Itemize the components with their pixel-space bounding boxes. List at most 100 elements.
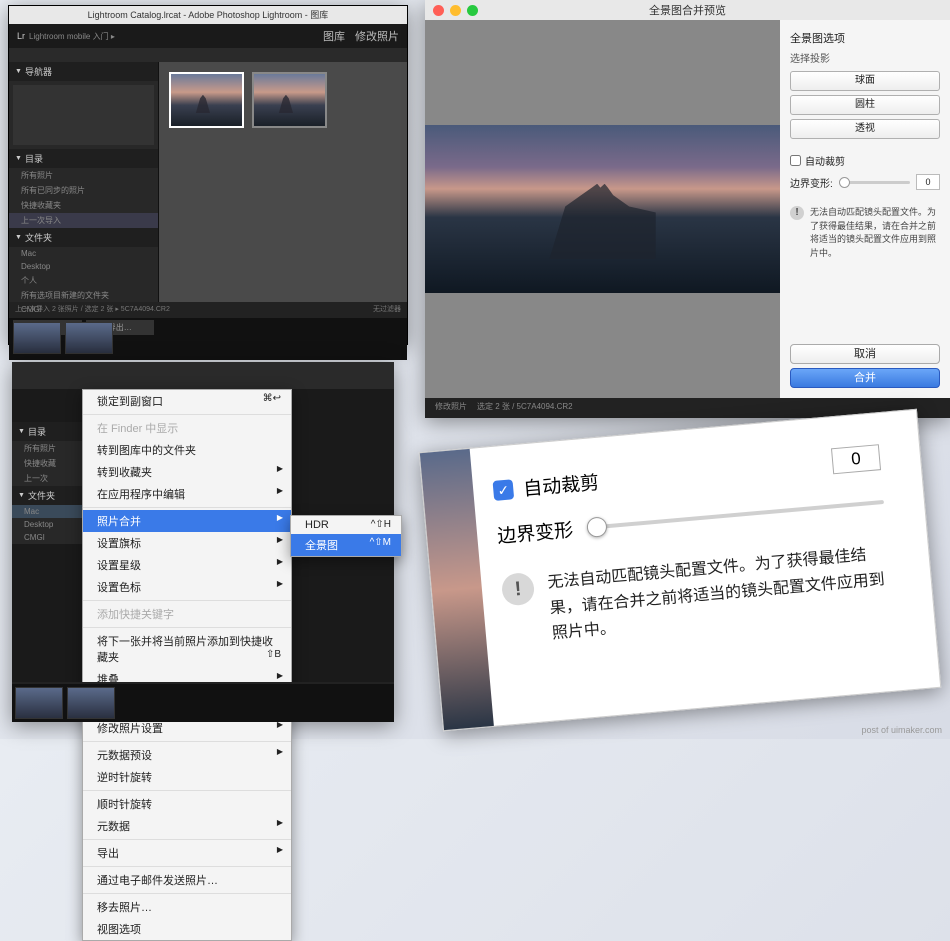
filmstrip-thumb[interactable] [15, 687, 63, 719]
auto-crop-label: 自动裁剪 [805, 153, 845, 168]
photo-thumb[interactable] [169, 72, 244, 128]
filmstrip-thumb[interactable] [13, 322, 61, 354]
folder-item[interactable]: Desktop [12, 518, 82, 531]
filmstrip-thumb[interactable] [67, 687, 115, 719]
catalog-header[interactable]: 目录 [9, 149, 158, 168]
submenu-item[interactable]: HDR^⇧H [291, 516, 401, 534]
lr-logo: Lr [17, 31, 25, 41]
lightroom-library-window: Lightroom Catalog.lrcat - Adobe Photosho… [8, 5, 408, 345]
left-panel: 目录 所有照片 快捷收藏 上一次 文件夹 Mac Desktop CMGI [12, 422, 82, 544]
filmstrip[interactable] [9, 318, 407, 360]
warning-text: 无法自动匹配镜头配置文件。为了获得最佳结果，请在合并之前将适当的镜头配置文件应用… [547, 541, 894, 647]
menu-item[interactable]: 元数据预设 [83, 744, 291, 766]
preview-canvas [425, 20, 780, 398]
navigator-preview [13, 85, 154, 145]
menu-item[interactable]: 转到收藏夹 [83, 461, 291, 483]
boundary-slider[interactable] [839, 181, 910, 184]
boundary-label: 边界变形: [790, 175, 833, 190]
menu-item[interactable]: 照片合并 [83, 510, 291, 532]
panorama-preview-dialog: 全景图合并预览 全景图选项 选择投影 球面 圆柱 透视 自动裁剪 边界变形: 0… [425, 0, 950, 418]
menu-item[interactable]: 锁定到副窗口⌘↩ [83, 390, 291, 412]
slider-knob[interactable] [586, 516, 608, 538]
panorama-image [425, 125, 780, 293]
filmstrip-thumb[interactable] [65, 322, 113, 354]
warning-text: 无法自动匹配镜头配置文件。为了获得最佳结果，请在合并之前将适当的镜头配置文件应用… [810, 206, 940, 260]
catalog-item[interactable]: 快捷收藏夹 [9, 198, 158, 213]
folder-item[interactable]: 所有选项目新建的文件夹 [9, 288, 158, 303]
catalog-item[interactable]: 所有已同步的照片 [9, 183, 158, 198]
catalog-item[interactable]: 上一次 [12, 471, 82, 486]
catalog-item[interactable]: 所有照片 [12, 441, 82, 456]
lr-mobile-link[interactable]: Lightroom mobile 入门 ▸ [29, 31, 115, 42]
menu-item: 在 Finder 中显示 [83, 417, 291, 439]
folder-item[interactable]: Desktop [9, 260, 158, 273]
foot-sel: 选定 2 张 / 5C7A4094.CR2 [477, 401, 573, 415]
window-titlebar: Lightroom Catalog.lrcat - Adobe Photosho… [9, 6, 407, 24]
menu-item[interactable]: 在应用程序中编辑 [83, 483, 291, 505]
boundary-label: 边界变形 [496, 515, 574, 549]
folders-header[interactable]: 文件夹 [12, 486, 82, 505]
menu-item[interactable]: 移去照片… [83, 896, 291, 918]
auto-crop-checkbox[interactable]: ✓ [492, 479, 514, 501]
dialog-title: 全景图合并预览 [425, 2, 950, 18]
projection-label: 选择投影 [790, 50, 940, 65]
projection-perspective-button[interactable]: 透视 [790, 119, 940, 139]
lightroom-contextmenu-window: 目录 所有照片 快捷收藏 上一次 文件夹 Mac Desktop CMGI 锁定… [12, 362, 394, 722]
mac-titlebar: 全景图合并预览 [425, 0, 950, 20]
warning-icon: ! [501, 572, 536, 607]
menu-item[interactable]: 逆时针旋转 [83, 766, 291, 788]
menu-item[interactable]: 视图选项 [83, 918, 291, 940]
grid-view[interactable] [159, 62, 407, 302]
context-menu: 锁定到副窗口⌘↩ 在 Finder 中显示转到图库中的文件夹转到收藏夹在应用程序中… [82, 389, 292, 941]
photo-thumb[interactable] [252, 72, 327, 128]
menu-item[interactable]: 设置旗标 [83, 532, 291, 554]
detail-popup: ✓ 自动裁剪 0 边界变形 ! 无法自动匹配镜头配置文件。为了获得最佳结果，请在… [419, 409, 942, 732]
folder-item[interactable]: Mac [9, 247, 158, 260]
submenu-item[interactable]: 全景图^⇧M [291, 534, 401, 556]
catalog-item-selected[interactable]: 上一次导入 [9, 213, 158, 228]
folders-header[interactable]: 文件夹 [9, 228, 158, 247]
merge-button[interactable]: 合并 [790, 368, 940, 388]
menu-item[interactable]: 设置色标 [83, 576, 291, 598]
catalog-header[interactable]: 目录 [12, 422, 82, 441]
filter-text: 无过滤器 [373, 304, 401, 316]
tab-develop[interactable]: 修改照片 [355, 28, 399, 44]
tab-library[interactable]: 图库 [323, 28, 345, 44]
auto-crop-label: 自动裁剪 [522, 468, 600, 502]
boundary-slider[interactable] [587, 499, 884, 529]
boundary-value[interactable]: 0 [916, 174, 940, 190]
toolbar [9, 48, 407, 62]
warning-icon: ! [790, 206, 804, 220]
status-text: 上一次导入 2 张照片 / 选定 2 张 ▸ 5C7A4094.CR2 [15, 304, 170, 316]
attribution: post of uimaker.com [861, 725, 942, 735]
catalog-item[interactable]: 所有照片 [9, 168, 158, 183]
menu-item[interactable]: 元数据 [83, 815, 291, 837]
foot-mode: 修改照片 [435, 401, 467, 415]
menu-item[interactable]: 将下一张并将当前照片添加到快捷收藏夹⇧B [83, 630, 291, 668]
options-title: 全景图选项 [790, 30, 940, 46]
menu-item: 添加快捷关键字 [83, 603, 291, 625]
catalog-item[interactable]: 快捷收藏 [12, 456, 82, 471]
filmstrip[interactable] [12, 684, 394, 722]
boundary-value[interactable]: 0 [831, 444, 881, 474]
menu-item[interactable]: 设置星级 [83, 554, 291, 576]
menu-item[interactable]: 通过电子邮件发送照片… [83, 869, 291, 891]
projection-cylindrical-button[interactable]: 圆柱 [790, 95, 940, 115]
options-panel: 全景图选项 选择投影 球面 圆柱 透视 自动裁剪 边界变形: 0 ! 无法自动匹… [780, 20, 950, 398]
folder-item[interactable]: CMGI [12, 531, 82, 544]
slider-knob[interactable] [839, 177, 850, 188]
toolbar [12, 362, 394, 389]
menu-item[interactable]: 转到图库中的文件夹 [83, 439, 291, 461]
navigator-header[interactable]: 导航器 [9, 62, 158, 81]
status-bar: 上一次导入 2 张照片 / 选定 2 张 ▸ 5C7A4094.CR2 无过滤器 [9, 302, 407, 318]
photo-merge-submenu: HDR^⇧H全景图^⇧M [290, 515, 402, 557]
left-panel: 导航器 目录 所有照片 所有已同步的照片 快捷收藏夹 上一次导入 文件夹 Mac… [9, 62, 159, 302]
menu-item[interactable]: 顺时针旋转 [83, 793, 291, 815]
menu-item[interactable]: 导出 [83, 842, 291, 864]
projection-spherical-button[interactable]: 球面 [790, 71, 940, 91]
folder-item[interactable]: Mac [12, 505, 82, 518]
lr-header: Lr Lightroom mobile 入门 ▸ 图库 修改照片 [9, 24, 407, 48]
cancel-button[interactable]: 取消 [790, 344, 940, 364]
folder-item[interactable]: 个人 [9, 273, 158, 288]
auto-crop-checkbox[interactable] [790, 155, 801, 166]
